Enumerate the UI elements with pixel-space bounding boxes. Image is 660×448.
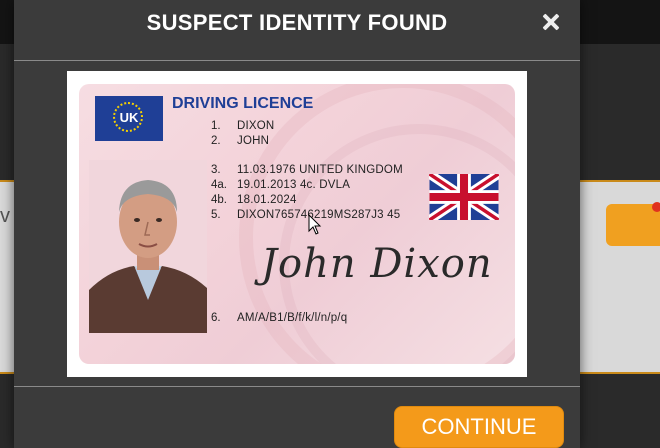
background-button[interactable] [606,204,660,246]
country-code: UK [119,110,139,125]
issue-date-value: 19.01.2013 4c. DVLA [237,179,351,191]
field-number: 1. [211,120,221,132]
close-icon[interactable] [542,13,560,31]
birth-date-value: 11.03.1976 UNITED KINGDOM [237,164,403,176]
eu-flag-icon: UK [95,96,163,141]
field-number: 3. [211,164,221,176]
background-notification-dot [652,202,660,212]
categories-value: AM/A/B1/B/f/k/l/n/p/q [237,312,348,324]
surname-value: DIXON [237,120,275,132]
field-number: 4a. [211,179,227,191]
suspect-identity-modal: SUSPECT IDENTITY FOUND UK DRIVING LICENC… [14,0,580,448]
suspect-portrait [89,160,207,333]
licence-image: UK DRIVING LICENCE 1. DIXON 2. JOHN 3. 1… [67,71,527,377]
field-number: 6. [211,312,221,324]
driving-licence-card: UK DRIVING LICENCE 1. DIXON 2. JOHN 3. 1… [79,84,515,364]
mouse-pointer-icon [308,214,322,235]
field-number: 4b. [211,194,227,206]
continue-button[interactable]: CONTINUE [394,406,564,448]
modal-divider-bottom [14,386,580,387]
licence-header: DRIVING LICENCE [172,95,314,112]
expiry-date-value: 18.01.2024 [237,194,297,206]
field-number: 2. [211,135,221,147]
background-partial-text: v [0,205,10,227]
modal-divider-top [14,60,580,61]
signature: John Dixon [261,241,493,287]
field-number: 5. [211,209,221,221]
modal-title: SUSPECT IDENTITY FOUND [146,10,448,35]
union-jack-icon [429,174,499,220]
forename-value: JOHN [237,135,270,147]
